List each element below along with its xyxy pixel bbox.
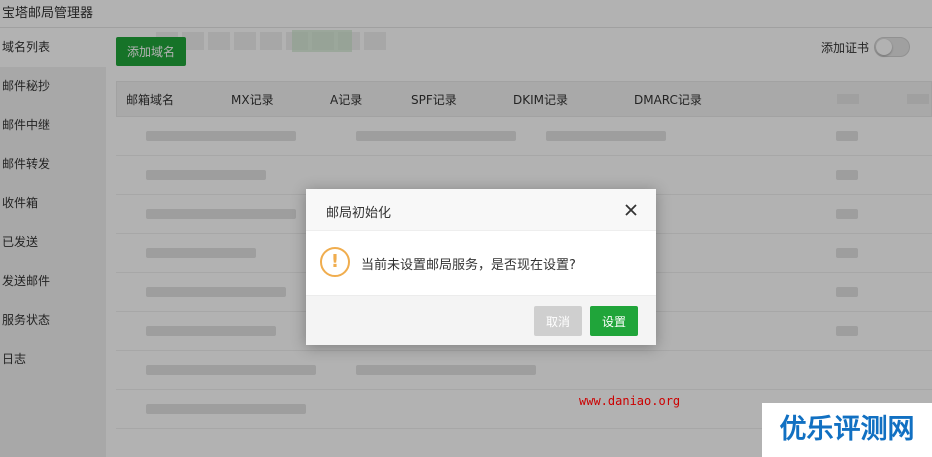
close-icon[interactable] (622, 201, 640, 219)
dialog-title: 邮局初始化 (326, 206, 392, 221)
watermark-url: www.daniao.org (579, 394, 681, 408)
dialog-body: ! 当前未设置邮局服务，是否现在设置? (306, 231, 656, 295)
init-dialog: 邮局初始化 ! 当前未设置邮局服务，是否现在设置? 取消 设置 (306, 189, 656, 345)
warning-icon: ! (320, 247, 350, 277)
cancel-button[interactable]: 取消 (534, 306, 582, 336)
setup-button[interactable]: 设置 (590, 306, 638, 336)
watermark-brand: 优乐评测网 (762, 403, 932, 457)
dialog-header: 邮局初始化 (306, 189, 656, 231)
dialog-message: 当前未设置邮局服务，是否现在设置? (361, 258, 576, 273)
dialog-footer: 取消 设置 (306, 295, 656, 345)
